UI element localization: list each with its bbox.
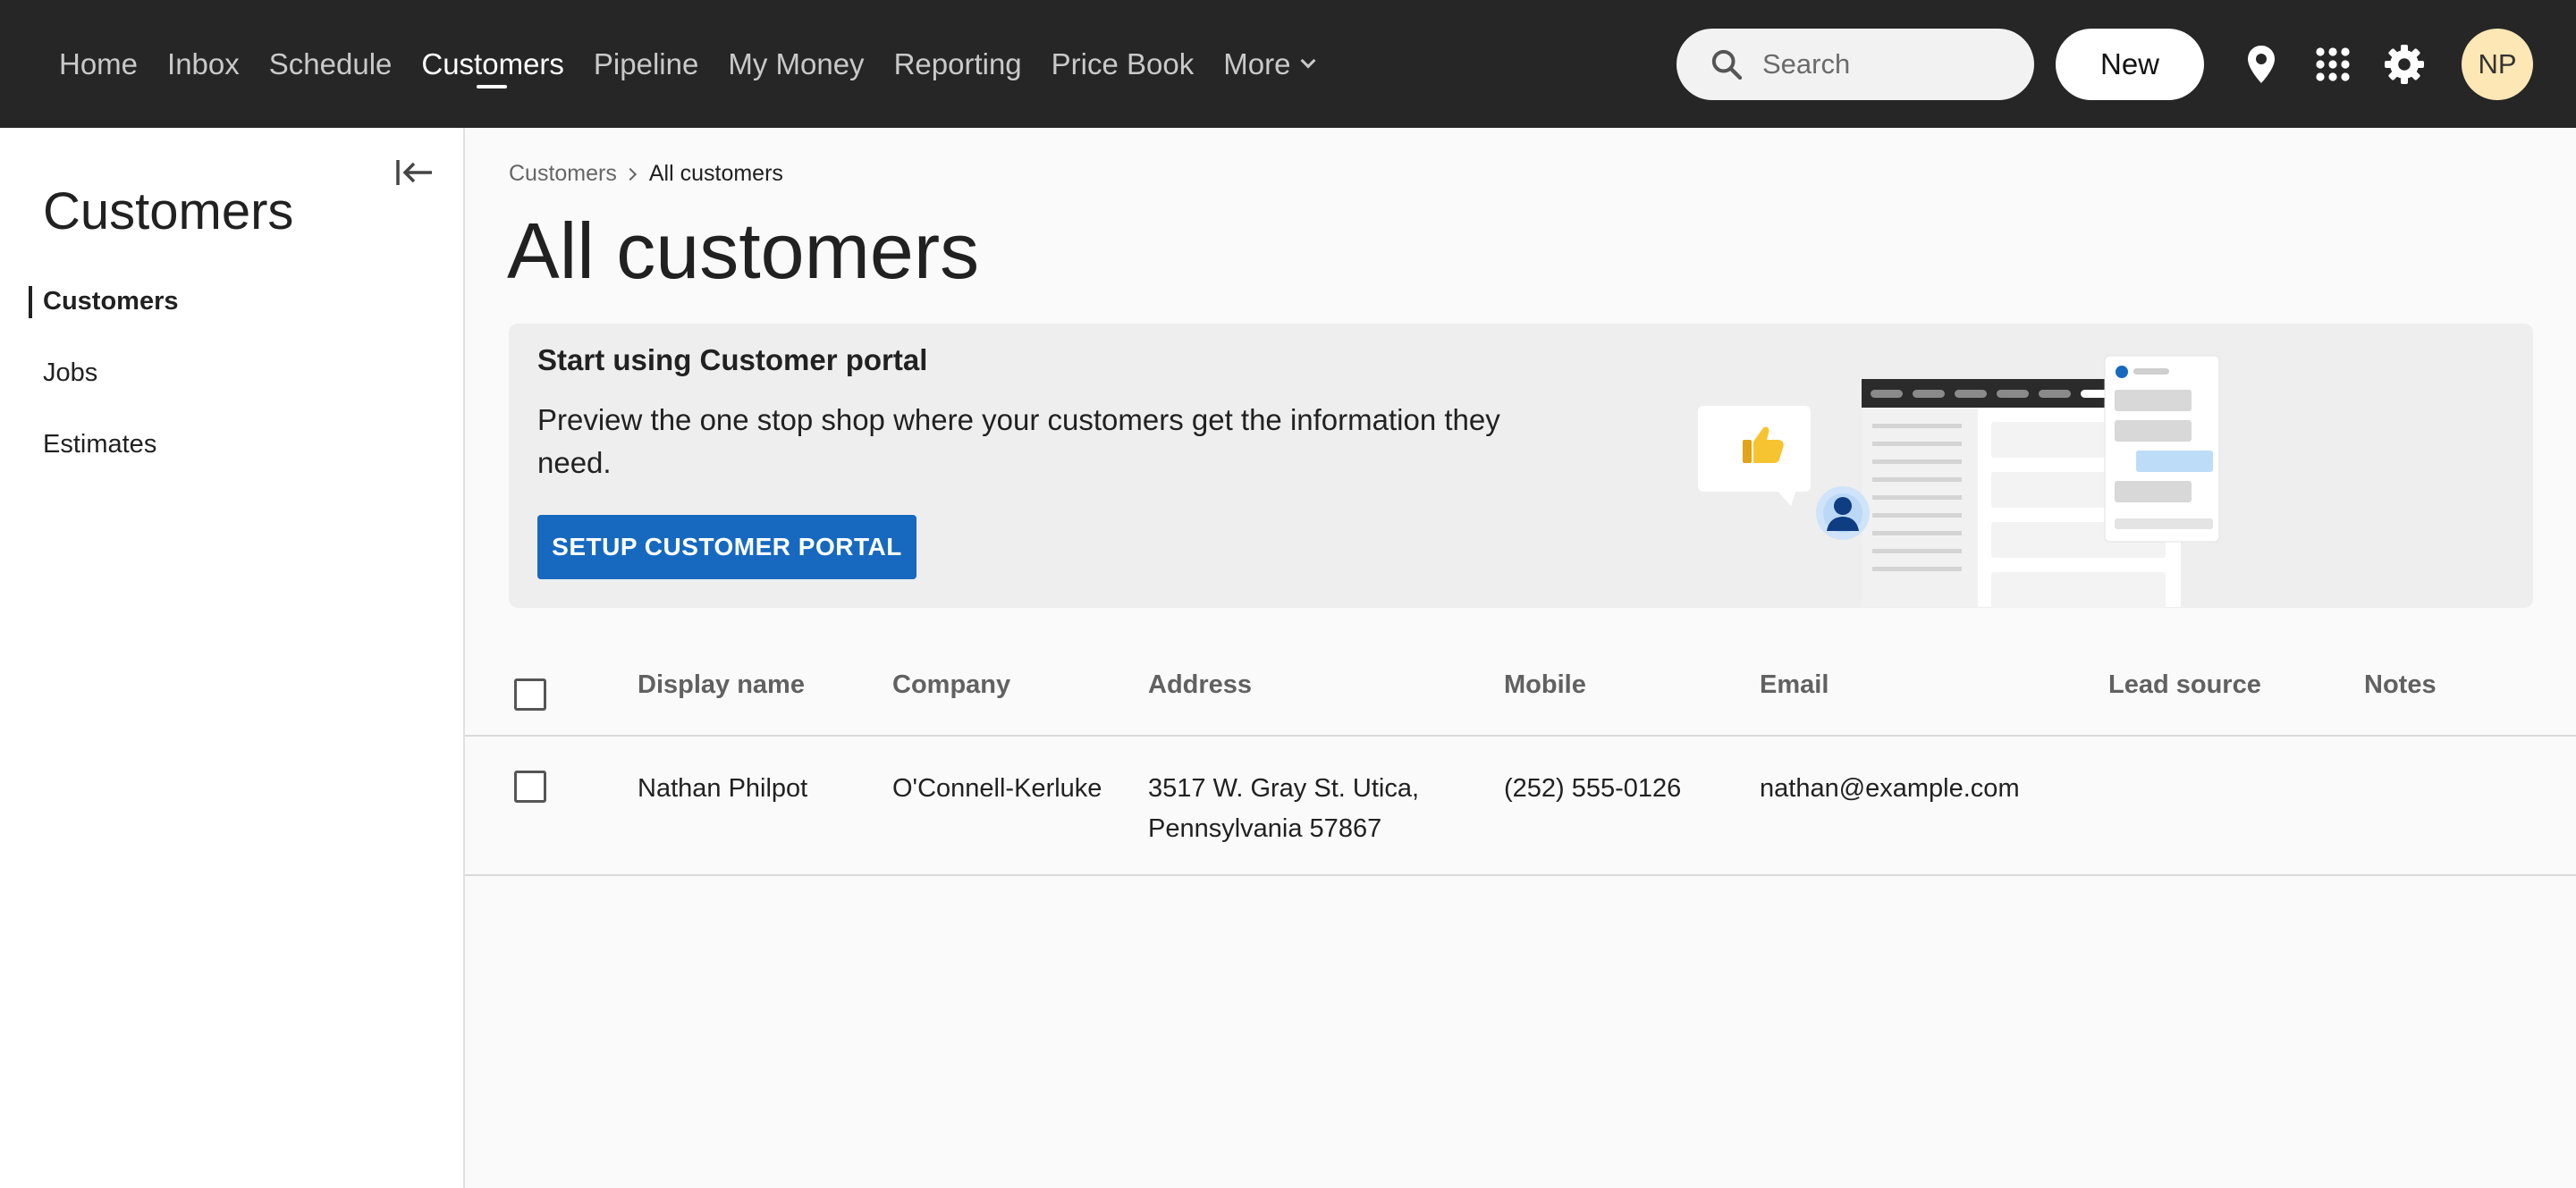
nav-my-money[interactable]: My Money	[728, 0, 864, 128]
gear-icon[interactable]	[2383, 43, 2426, 86]
sidebar-item-estimates[interactable]: Estimates	[43, 430, 156, 459]
main-nav: Home Inbox Schedule Customers Pipeline M…	[59, 0, 1343, 128]
active-indicator	[29, 286, 32, 318]
nav-pipeline[interactable]: Pipeline	[594, 0, 698, 128]
location-pin-icon[interactable]	[2240, 43, 2283, 86]
top-navigation-bar: Home Inbox Schedule Customers Pipeline M…	[0, 0, 2576, 128]
column-address[interactable]: Address	[1148, 670, 1252, 700]
select-all-checkbox[interactable]	[514, 678, 546, 711]
search-box[interactable]	[1677, 29, 2034, 100]
cell-company: O'Connell-Kerluke	[892, 774, 1102, 803]
sidebar-item-customers[interactable]: Customers	[43, 287, 179, 316]
cell-email: nathan@example.com	[1760, 774, 2020, 803]
row-checkbox[interactable]	[514, 771, 546, 803]
column-display-name[interactable]: Display name	[638, 670, 805, 700]
nav-more[interactable]: More	[1223, 0, 1316, 128]
collapse-sidebar-icon[interactable]	[394, 155, 435, 190]
customer-portal-banner: Start using Customer portal Preview the …	[509, 324, 2533, 608]
cell-address: 3517 W. Gray St. Utica, Pennsylvania 578…	[1148, 769, 1419, 849]
breadcrumb: Customers All customers	[509, 161, 783, 187]
column-email[interactable]: Email	[1760, 670, 1829, 700]
apps-grid-icon[interactable]	[2311, 43, 2354, 86]
sidebar-item-jobs[interactable]: Jobs	[43, 358, 97, 388]
search-icon	[1711, 49, 1743, 80]
breadcrumb-current: All customers	[648, 161, 783, 186]
search-input[interactable]	[1762, 48, 2013, 80]
breadcrumb-parent-link[interactable]: Customers	[509, 161, 617, 187]
column-company[interactable]: Company	[892, 670, 1010, 700]
table-header: Display name Company Address Mobile Emai…	[465, 653, 2576, 737]
cell-address-line1: 3517 W. Gray St. Utica,	[1148, 774, 1419, 803]
sidebar-title: Customers	[43, 182, 294, 240]
chevron-right-icon	[623, 167, 637, 181]
cell-mobile: (252) 555-0126	[1504, 774, 1682, 803]
sidebar: Customers Customers Jobs Estimates	[0, 128, 465, 1188]
cell-address-line2: Pennsylvania 57867	[1148, 814, 1382, 843]
nav-price-book[interactable]: Price Book	[1052, 0, 1195, 128]
new-button[interactable]: New	[2056, 29, 2204, 100]
nav-home[interactable]: Home	[59, 0, 138, 128]
nav-schedule[interactable]: Schedule	[269, 0, 393, 128]
nav-more-label: More	[1223, 46, 1291, 80]
customer-portal-illustration	[1698, 355, 2220, 608]
setup-customer-portal-button[interactable]: SETUP CUSTOMER PORTAL	[537, 515, 916, 579]
avatar[interactable]: NP	[2462, 29, 2533, 100]
column-notes[interactable]: Notes	[2364, 670, 2437, 700]
cell-display-name: Nathan Philpot	[638, 774, 808, 803]
nav-reporting[interactable]: Reporting	[894, 0, 1022, 128]
table-row[interactable]: Nathan Philpot O'Connell-Kerluke 3517 W.…	[465, 737, 2576, 876]
column-mobile[interactable]: Mobile	[1504, 670, 1586, 700]
nav-customers[interactable]: Customers	[421, 0, 564, 128]
column-lead-source[interactable]: Lead source	[2108, 670, 2261, 700]
banner-title: Start using Customer portal	[537, 343, 928, 376]
nav-inbox[interactable]: Inbox	[167, 0, 240, 128]
page-title: All customers	[507, 206, 980, 295]
banner-text: Preview the one stop shop where your cus…	[537, 403, 1500, 479]
chevron-down-icon	[1300, 53, 1316, 68]
